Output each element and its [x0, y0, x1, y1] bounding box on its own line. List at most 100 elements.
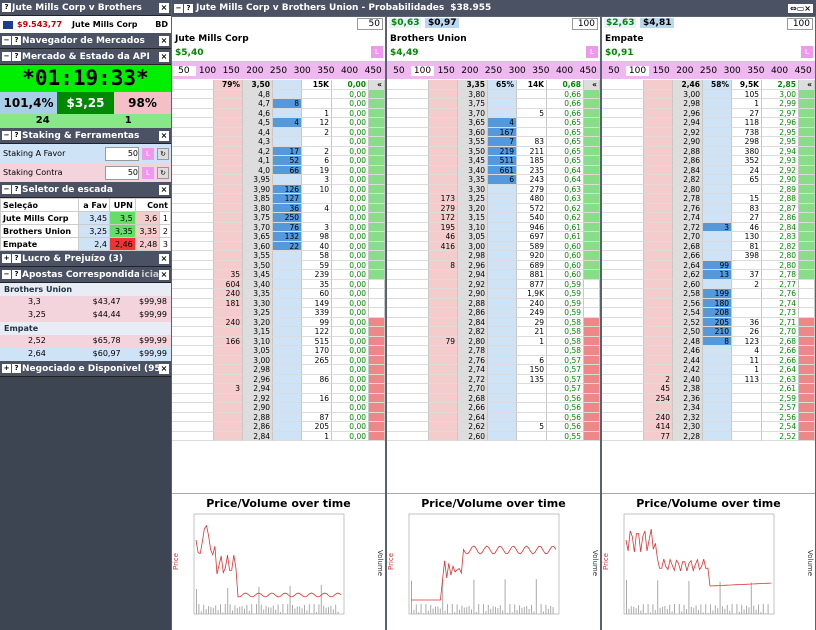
sel-name[interactable]: Empate [0, 237, 80, 251]
ladder-cell[interactable] [273, 260, 302, 270]
ladder-cell[interactable] [429, 279, 458, 289]
ladder-stake-box[interactable]: 100 [572, 18, 598, 30]
ladder-cell[interactable] [644, 241, 673, 251]
ladder-row[interactable]: 2,70 130 2,83 [602, 232, 815, 242]
ladder-cell[interactable] [488, 393, 517, 403]
ladder-cell[interactable]: 79 [429, 336, 458, 346]
ladder-cell[interactable] [488, 374, 517, 384]
ladder-row[interactable]: 46 3,05 697 0,61 [387, 232, 600, 242]
ladder-cell[interactable] [429, 118, 458, 128]
stake-favor-input[interactable] [105, 146, 139, 161]
ladder-row[interactable]: 604 3,40 35 0,00 [172, 279, 385, 289]
ladder-cell[interactable] [273, 384, 302, 394]
ladder-cell[interactable] [429, 412, 458, 422]
ladder-row[interactable]: 3,05 170 0,00 [172, 346, 385, 356]
ladder-row[interactable]: 2,92 877 0,59 [387, 279, 600, 289]
ladder-cell[interactable] [703, 99, 732, 109]
ladder-cell[interactable]: 66 [273, 165, 302, 175]
ladder-cell[interactable]: 3 [214, 384, 243, 394]
ladder-cell[interactable]: 132 [273, 232, 302, 242]
ladder-cell[interactable] [214, 127, 243, 137]
ladder-cell[interactable] [429, 384, 458, 394]
ladder-cell[interactable] [488, 336, 517, 346]
ladder-cell[interactable] [273, 355, 302, 365]
stake-button[interactable]: 50 [602, 66, 626, 76]
ladder-cell[interactable] [488, 241, 517, 251]
l-button[interactable]: L [142, 166, 154, 179]
stake-button[interactable]: 150 [649, 66, 673, 76]
ladder-cell[interactable] [273, 374, 302, 384]
ladder-cell[interactable] [273, 327, 302, 337]
ladder-cell[interactable] [214, 146, 243, 156]
ladder-row[interactable]: 2,82 21 0,58 [387, 327, 600, 337]
ladder-cell[interactable] [429, 270, 458, 280]
ladder-cell[interactable] [429, 393, 458, 403]
ladder-row[interactable]: 2,86 249 0,59 [387, 308, 600, 318]
sel-row[interactable]: Jute Mills Corp 3,45 3,5 3,6 1 [0, 211, 171, 225]
ladder-cell[interactable] [488, 365, 517, 375]
ladder-cell[interactable]: 8 [429, 260, 458, 270]
ladder-row[interactable]: 3,80 0,66 [387, 89, 600, 99]
ladder-cell[interactable] [214, 251, 243, 261]
ladder-cell[interactable] [488, 194, 517, 204]
ladder-stake-box[interactable]: 50 [357, 18, 383, 30]
ladder-row[interactable]: 2,96 86 0,00 [172, 374, 385, 384]
ladder-cell[interactable] [703, 156, 732, 166]
help-icon[interactable]: ? [12, 364, 21, 373]
close-icon[interactable]: × [159, 184, 169, 195]
stake-button[interactable]: 50 [387, 66, 411, 76]
ladder-cell[interactable] [214, 393, 243, 403]
ladder-cell[interactable] [429, 127, 458, 137]
ladder-cell[interactable] [273, 251, 302, 261]
ladder-cell[interactable] [273, 308, 302, 318]
ladder-cell[interactable]: 52 [273, 156, 302, 166]
ladder-row[interactable]: 414 2,30 2,54 [602, 422, 815, 432]
ladder-cell[interactable] [703, 89, 732, 99]
close-icon[interactable]: × [159, 269, 169, 280]
ladder-cell[interactable] [429, 403, 458, 413]
ladder-cell[interactable] [429, 137, 458, 147]
ladder-cell[interactable] [644, 156, 673, 166]
staking-title[interactable]: −? Staking & Ferramentas × [0, 128, 171, 144]
help-icon[interactable]: ? [2, 3, 11, 12]
ladder-cell[interactable]: 210 [703, 327, 732, 337]
ladder-cell[interactable] [429, 298, 458, 308]
ladder-row[interactable]: 254 2,36 2,59 [602, 393, 815, 403]
apostas-row[interactable]: 3,3 $43,47 $99,98 [0, 296, 171, 309]
collapse-icon[interactable]: − [2, 36, 11, 45]
ladder-cell[interactable] [644, 289, 673, 299]
close-icon[interactable]: × [159, 363, 169, 374]
ladder-cell[interactable] [273, 365, 302, 375]
stake-button[interactable]: 250 [697, 66, 721, 76]
ladder-cell[interactable] [214, 165, 243, 175]
ladder-row[interactable]: 2,86 205 0,00 [172, 422, 385, 432]
ladder-cell[interactable] [429, 99, 458, 109]
ladder-cell[interactable] [644, 203, 673, 213]
ladder-row[interactable]: 2,92 16 0,00 [172, 393, 385, 403]
ladder-cell[interactable] [214, 175, 243, 185]
collapse-icon[interactable]: + [2, 254, 11, 263]
ladder-row[interactable]: 416 3,00 589 0,60 [387, 241, 600, 251]
ladder-cell[interactable] [488, 270, 517, 280]
ladder-row[interactable]: 2,34 2,57 [602, 403, 815, 413]
ladder-cell[interactable]: 205 [703, 317, 732, 327]
ladder-cell[interactable] [644, 184, 673, 194]
ladder-row[interactable]: 4,5 4 12 0,00 [172, 118, 385, 128]
ladder-cell[interactable] [644, 346, 673, 356]
ladder-cell[interactable] [488, 222, 517, 232]
ladder-row[interactable]: 172 3,15 540 0,62 [387, 213, 600, 223]
stake-button[interactable]: 400 [338, 66, 362, 76]
ladder-cell[interactable] [703, 232, 732, 242]
ladder-cell[interactable] [703, 365, 732, 375]
ladder-cell[interactable] [273, 422, 302, 432]
ladder-row[interactable]: 2,68 81 2,82 [602, 241, 815, 251]
ladder-cell[interactable]: 3 [703, 222, 732, 232]
ladder-cell[interactable] [703, 213, 732, 223]
ladder-cell[interactable] [488, 431, 517, 441]
ladder-cell[interactable] [644, 146, 673, 156]
ladder-cell[interactable] [703, 108, 732, 118]
ladder-cell[interactable] [214, 412, 243, 422]
ladder-cell[interactable] [429, 184, 458, 194]
ladder-row[interactable]: 173 3,25 480 0,63 [387, 194, 600, 204]
ladder-cell[interactable] [488, 289, 517, 299]
